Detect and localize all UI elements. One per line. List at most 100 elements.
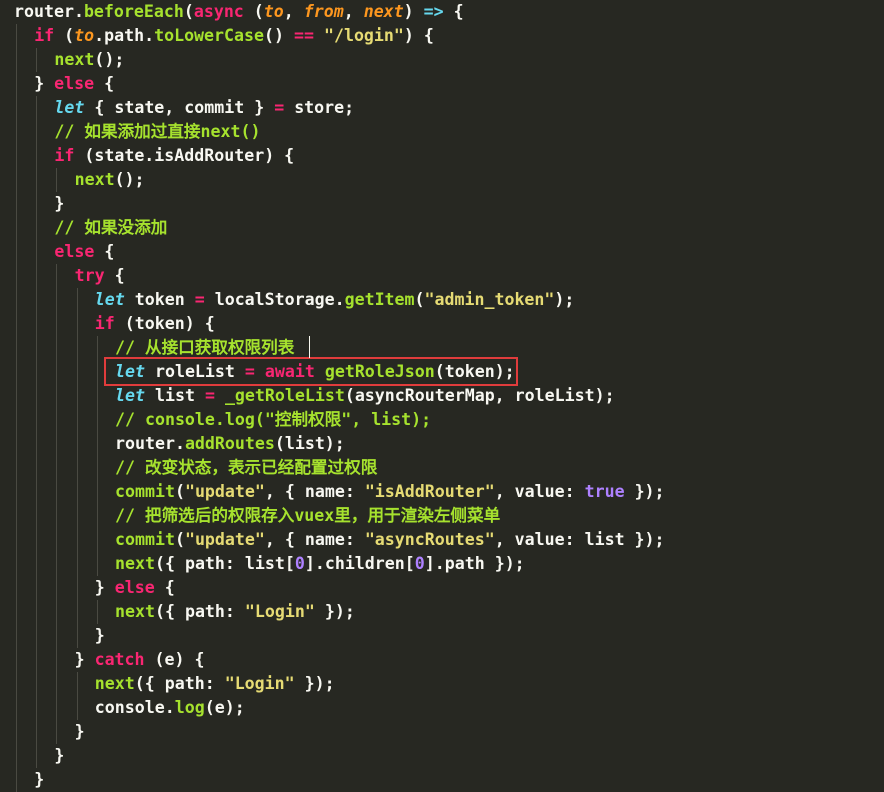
- code-line: }: [0, 720, 884, 744]
- code-token: (: [243, 2, 264, 21]
- indent-guide: [56, 384, 58, 408]
- indent-guide: [36, 192, 38, 216]
- code-token: {: [443, 2, 464, 21]
- code-line: let roleList = await getRoleJson(token);: [0, 360, 884, 384]
- indent-guide: [96, 360, 98, 384]
- indent-guide: [36, 480, 38, 504]
- code-token: to: [263, 2, 284, 21]
- code-line: // 改变状态，表示已经配置过权限: [0, 456, 884, 480]
- code-token: }: [74, 650, 95, 669]
- indent-guide: [76, 624, 78, 648]
- code-line: next({ path: "Login" });: [0, 600, 884, 624]
- indent-guide: [56, 672, 58, 696]
- indent-guide: [76, 432, 78, 456]
- code-line: }: [0, 192, 884, 216]
- indent-guide: [96, 456, 98, 480]
- code-token: , {: [264, 530, 305, 549]
- code-line: } else {: [0, 576, 884, 600]
- code-token: :: [564, 482, 585, 501]
- code-token: ,: [283, 2, 304, 21]
- code-token: (asyncRouterMap, roleList);: [344, 386, 615, 405]
- code-token: let: [94, 290, 125, 309]
- code-token: async: [193, 2, 244, 21]
- indent-guide: [36, 312, 38, 336]
- code-token: getRoleJson: [324, 362, 435, 381]
- indent-guide: [56, 456, 58, 480]
- indent-guide: [36, 720, 38, 744]
- code-token: "update": [184, 482, 265, 501]
- code-token: router.: [14, 2, 84, 21]
- code-token: :: [344, 482, 365, 501]
- code-token: try: [74, 266, 105, 285]
- indent-guide: [16, 120, 17, 144]
- code-line: if (token) {: [0, 312, 884, 336]
- code-token: // 把筛选后的权限存入vuex里，用于渲染左侧菜单: [115, 506, 501, 525]
- code-line: router.beforeEach(async (to, from, next)…: [0, 0, 884, 24]
- indent-guide: [56, 552, 58, 576]
- code-token: (token) {: [114, 314, 215, 333]
- code-token: path: [184, 554, 225, 573]
- indent-guide: [36, 384, 38, 408]
- code-token: ,: [494, 530, 515, 549]
- code-editor[interactable]: router.beforeEach(async (to, from, next)…: [0, 0, 884, 792]
- code-token: let: [115, 362, 145, 381]
- code-token: }: [34, 770, 45, 789]
- code-token: : list[: [224, 554, 295, 573]
- indent-guide: [76, 600, 78, 624]
- code-token: =: [204, 386, 215, 405]
- indent-guide: [36, 264, 38, 288]
- indent-guide: [56, 696, 58, 720]
- code-token: ].path });: [424, 554, 525, 573]
- indent-guide: [16, 336, 17, 360]
- indent-guide: [16, 288, 17, 312]
- code-token: next: [54, 50, 95, 69]
- code-token: (state.isAddRouter) {: [74, 146, 295, 165]
- indent-guide: [56, 480, 58, 504]
- code-token: (: [174, 482, 185, 501]
- code-token: :: [224, 602, 245, 621]
- code-token: roleList: [144, 362, 245, 381]
- indent-guide: [16, 720, 17, 744]
- code-token: (e) {: [144, 650, 205, 669]
- code-token: beforeEach: [83, 2, 184, 21]
- indent-guide: [56, 576, 58, 600]
- code-token: true: [584, 482, 625, 501]
- indent-guide: [96, 600, 98, 624]
- code-token: , {: [264, 482, 305, 501]
- indent-guide: [96, 552, 98, 576]
- code-token: path: [184, 602, 225, 621]
- indent-guide: [36, 576, 38, 600]
- code-token: toLowerCase: [154, 26, 264, 45]
- code-token: });: [314, 602, 355, 621]
- code-token: );: [554, 290, 575, 309]
- indent-guide: [56, 312, 58, 336]
- indent-guide: [76, 672, 78, 696]
- indent-guide: [56, 408, 58, 432]
- code-token: "Login": [244, 602, 315, 621]
- code-token: }: [54, 746, 65, 765]
- indent-guide: [16, 456, 17, 480]
- indent-guide: [36, 408, 38, 432]
- code-token: else: [54, 242, 95, 261]
- code-line: // 把筛选后的权限存入vuex里，用于渲染左侧菜单: [0, 504, 884, 528]
- indent-guide: [96, 528, 98, 552]
- code-token: if: [54, 146, 75, 165]
- code-token: next: [363, 2, 404, 21]
- code-line: // 如果没添加: [0, 216, 884, 240]
- code-line: next({ path: list[0].children[0].path })…: [0, 552, 884, 576]
- code-token: {: [104, 266, 125, 285]
- indent-guide: [96, 432, 98, 456]
- indent-guide: [36, 240, 38, 264]
- indent-guide: [56, 528, 58, 552]
- indent-guide: [36, 744, 38, 768]
- indent-guide: [36, 600, 38, 624]
- code-token: (: [414, 290, 425, 309]
- code-token: name: [304, 530, 345, 549]
- code-token: =>: [423, 2, 444, 21]
- code-token: catch: [94, 650, 145, 669]
- indent-guide: [36, 456, 38, 480]
- indent-guide: [56, 432, 58, 456]
- code-line: next();: [0, 168, 884, 192]
- code-line: commit("update", { name: "isAddRouter", …: [0, 480, 884, 504]
